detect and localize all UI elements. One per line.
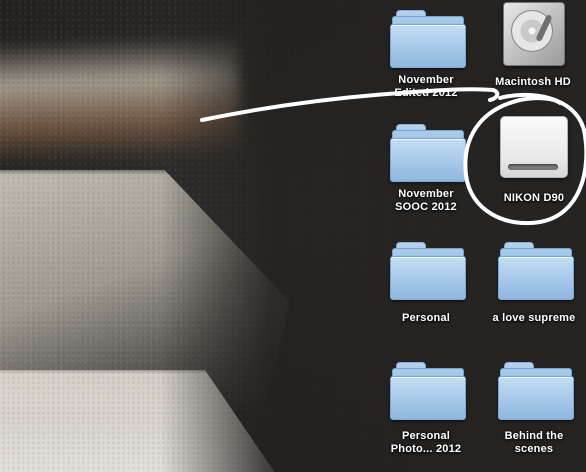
desktop-icon-label: Personal [401,312,451,324]
folder-icon [386,118,466,184]
hard-drive-icon [493,0,573,66]
desktop-icon-label: November Edited 2012 [394,74,458,99]
desktop-icon-a-love-supreme[interactable]: a love supreme [484,236,584,325]
folder-icon [494,236,574,302]
desktop-icon-label: NIKON D90 [503,192,565,204]
desktop-icon-label: Macintosh HD [495,76,571,88]
desktop-icon-november-edited-2012[interactable]: November Edited 2012 [376,4,476,100]
desktop-icon-label: Personal Photo... 2012 [390,430,462,455]
desktop-icon-behind-the-scenes[interactable]: Behind the scenes [484,356,584,456]
desktop-icon-macintosh-hd[interactable]: Macintosh HD [483,0,583,89]
desktop-icon-label: Behind the scenes [504,430,564,455]
desktop-icon-label: a love supreme [492,312,576,324]
folder-icon [386,4,466,70]
desktop-icon-label: November SOOC 2012 [395,188,457,213]
folder-icon [386,356,466,422]
desktop-icon-november-sooc-2012[interactable]: November SOOC 2012 [376,118,476,214]
folder-icon [386,236,466,302]
desktop-icon-personal[interactable]: Personal [376,236,476,325]
folder-icon [494,356,574,422]
external-drive-icon [494,112,574,178]
desktop-icon-personal-photo-2012[interactable]: Personal Photo... 2012 [376,356,476,456]
desktop-icon-nikon-d90[interactable]: NIKON D90 [484,112,584,205]
